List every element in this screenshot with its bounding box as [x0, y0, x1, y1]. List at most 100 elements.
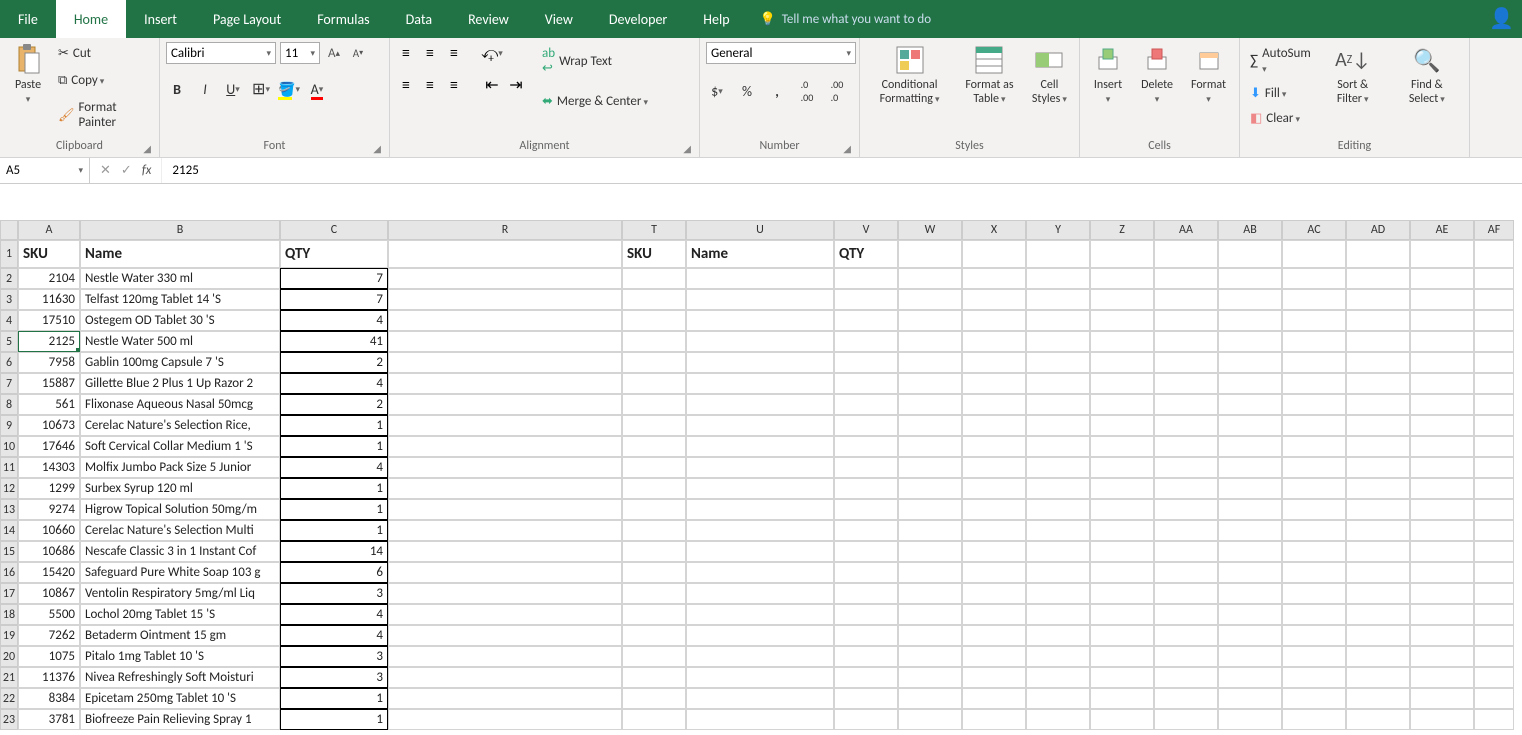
cell[interactable]	[1218, 289, 1282, 310]
cell[interactable]	[1154, 625, 1218, 646]
format-cells-button[interactable]: Format	[1184, 42, 1233, 108]
cell[interactable]: 1	[280, 709, 388, 730]
cell[interactable]	[1090, 352, 1154, 373]
format-as-table-button[interactable]: Format as Table	[957, 42, 1022, 108]
cell[interactable]	[898, 331, 962, 352]
col-header[interactable]: AB	[1218, 220, 1282, 240]
tab-home[interactable]: Home	[56, 0, 126, 38]
cell[interactable]	[686, 436, 834, 457]
cell[interactable]: 1	[280, 415, 388, 436]
cell[interactable]	[686, 667, 834, 688]
cell[interactable]	[898, 541, 962, 562]
col-header[interactable]: AE	[1410, 220, 1474, 240]
cell[interactable]	[834, 688, 898, 709]
cell[interactable]: 3781	[18, 709, 80, 730]
cell[interactable]	[1410, 499, 1474, 520]
cell[interactable]: 17510	[18, 310, 80, 331]
cell[interactable]	[1282, 520, 1346, 541]
cell[interactable]	[1218, 541, 1282, 562]
cell[interactable]	[1346, 646, 1410, 667]
col-header[interactable]: Z	[1090, 220, 1154, 240]
insert-cells-button[interactable]: Insert	[1086, 42, 1130, 108]
cell[interactable]: 14	[280, 541, 388, 562]
cell[interactable]	[1282, 499, 1346, 520]
cell[interactable]: 3	[280, 583, 388, 604]
cell[interactable]	[1410, 436, 1474, 457]
row-header[interactable]: 7	[0, 373, 18, 394]
cell[interactable]	[1218, 457, 1282, 478]
cell[interactable]	[898, 688, 962, 709]
cell[interactable]: 4	[280, 457, 388, 478]
cell[interactable]	[834, 415, 898, 436]
cell[interactable]	[1410, 688, 1474, 709]
cell[interactable]: 11376	[18, 667, 80, 688]
cell[interactable]	[1346, 331, 1410, 352]
cell[interactable]: 1299	[18, 478, 80, 499]
delete-cells-button[interactable]: Delete	[1134, 42, 1180, 108]
header-cell[interactable]	[1346, 240, 1410, 268]
underline-button[interactable]: U	[222, 78, 244, 100]
cell[interactable]: 1	[280, 436, 388, 457]
header-cell[interactable]: QTY	[280, 240, 388, 268]
header-cell[interactable]	[898, 240, 962, 268]
cell[interactable]	[1154, 373, 1218, 394]
cell[interactable]	[1090, 583, 1154, 604]
cell[interactable]	[622, 352, 686, 373]
cell[interactable]	[834, 520, 898, 541]
cell[interactable]	[1346, 310, 1410, 331]
cell[interactable]	[622, 520, 686, 541]
cell[interactable]: Gablin 100mg Capsule 7 'S	[80, 352, 280, 373]
cell[interactable]	[1282, 415, 1346, 436]
cell[interactable]	[1090, 478, 1154, 499]
cell[interactable]	[1346, 625, 1410, 646]
cell[interactable]	[1410, 583, 1474, 604]
cell[interactable]	[1218, 625, 1282, 646]
cell[interactable]	[1282, 541, 1346, 562]
cell[interactable]	[622, 499, 686, 520]
cell[interactable]	[388, 373, 622, 394]
cell[interactable]	[1410, 520, 1474, 541]
cell[interactable]	[962, 352, 1026, 373]
cell[interactable]	[1410, 268, 1474, 289]
cell[interactable]: 4	[280, 625, 388, 646]
align-bottom-icon[interactable]: ≡	[444, 44, 464, 62]
cell-styles-button[interactable]: Cell Styles	[1026, 42, 1073, 108]
cell[interactable]: Flixonase Aqueous Nasal 50mcg	[80, 394, 280, 415]
cell[interactable]	[1154, 541, 1218, 562]
cell[interactable]: 1	[280, 478, 388, 499]
cell[interactable]	[686, 268, 834, 289]
cell[interactable]	[1282, 625, 1346, 646]
launcher-icon[interactable]: ◢	[143, 142, 151, 155]
cell[interactable]	[1026, 415, 1090, 436]
cell[interactable]	[1410, 667, 1474, 688]
cell[interactable]	[962, 520, 1026, 541]
col-header[interactable]: R	[388, 220, 622, 240]
cell[interactable]	[622, 667, 686, 688]
row-header[interactable]: 8	[0, 394, 18, 415]
cell[interactable]: Nivea Refreshingly Soft Moisturi	[80, 667, 280, 688]
format-painter-button[interactable]: 🖌Format Painter	[54, 98, 153, 132]
cell[interactable]	[1090, 625, 1154, 646]
cell[interactable]	[898, 310, 962, 331]
cell[interactable]	[1474, 436, 1514, 457]
cell[interactable]	[1026, 499, 1090, 520]
cell[interactable]	[1474, 667, 1514, 688]
cell[interactable]: Nestle Water 500 ml	[80, 331, 280, 352]
cell[interactable]: 7958	[18, 352, 80, 373]
cell[interactable]	[1474, 415, 1514, 436]
cell[interactable]: 2	[280, 394, 388, 415]
cell[interactable]	[1218, 415, 1282, 436]
cell[interactable]	[962, 709, 1026, 730]
cell[interactable]	[1474, 394, 1514, 415]
cell[interactable]	[1474, 352, 1514, 373]
cell[interactable]	[1346, 289, 1410, 310]
cell[interactable]: Soft Cervical Collar Medium 1 'S	[80, 436, 280, 457]
cell[interactable]	[686, 331, 834, 352]
user-icon[interactable]: 👤	[1489, 6, 1514, 31]
col-header[interactable]: A	[18, 220, 80, 240]
cell[interactable]	[1410, 310, 1474, 331]
cell[interactable]	[834, 352, 898, 373]
cell[interactable]	[898, 436, 962, 457]
cell[interactable]	[898, 646, 962, 667]
cell[interactable]	[686, 310, 834, 331]
